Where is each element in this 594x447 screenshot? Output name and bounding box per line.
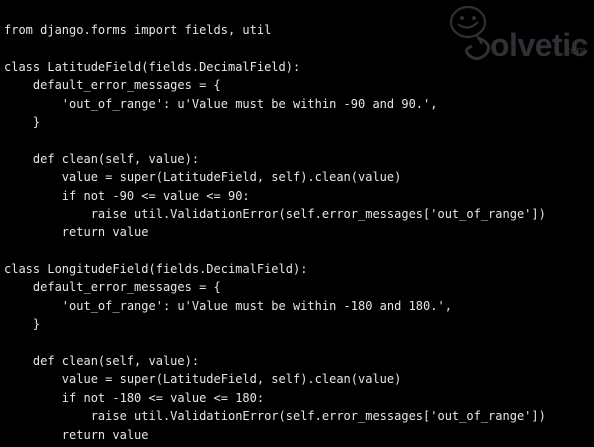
code-line: value = super(LatitudeField, self).clean… — [4, 170, 402, 185]
code-line: def clean(self, value): — [4, 151, 200, 166]
code-block: from django.forms import fields, util cla… — [4, 21, 546, 444]
code-line: } — [4, 317, 41, 332]
code-line: 'out_of_range': u'Value must be within -… — [4, 298, 452, 313]
code-line: } — [4, 114, 41, 129]
code-line: raise util.ValidationError(self.error_me… — [4, 206, 546, 221]
code-line: default_error_messages = { — [4, 78, 221, 93]
code-line: if not -180 <= value <= 180: — [4, 390, 265, 405]
code-line: if not -90 <= value <= 90: — [4, 188, 250, 203]
code-line: class LongitudeField(fields.DecimalField… — [4, 262, 308, 277]
code-line: value = super(LatitudeField, self).clean… — [4, 372, 402, 387]
code-line: return value — [4, 427, 149, 442]
code-line: def clean(self, value): — [4, 354, 200, 369]
solvetic-watermark: olvetic .com — [442, 2, 592, 70]
code-line: 'out_of_range': u'Value must be within -… — [4, 96, 438, 111]
code-line: return value — [4, 225, 149, 240]
code-line: raise util.ValidationError(self.error_me… — [4, 409, 546, 424]
code-line: default_error_messages = { — [4, 280, 221, 295]
logo-domain-suffix: .com — [562, 45, 586, 57]
